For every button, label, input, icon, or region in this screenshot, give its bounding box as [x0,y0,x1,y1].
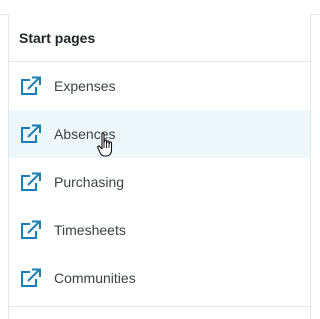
start-pages-list: Expenses Absences Purchasing Timesheets … [9,62,310,302]
start-page-label: Purchasing [54,174,125,190]
start-page-label: Timesheets [54,222,126,238]
external-link-icon [19,123,43,145]
panel-title: Start pages [19,29,96,46]
start-page-item-purchasing[interactable]: Purchasing [9,158,310,206]
top-strip [0,0,319,15]
external-link-icon [19,171,43,193]
start-page-label: Communities [54,270,136,286]
external-link-icon [19,75,43,97]
start-page-item-timesheets[interactable]: Timesheets [9,206,310,254]
bottom-divider [9,306,310,307]
start-page-item-communities[interactable]: Communities [9,254,310,302]
external-link-icon [19,267,43,289]
panel-header: Start pages [9,14,310,62]
start-page-label: Expenses [54,78,116,94]
start-page-item-expenses[interactable]: Expenses [9,62,310,110]
start-page-item-absences[interactable]: Absences [9,110,310,158]
start-page-label: Absences [54,126,116,142]
start-pages-panel: Start pages Expenses Absences Purchasing… [8,14,311,319]
external-link-icon [19,219,43,241]
app-frame: Start pages Expenses Absences Purchasing… [0,0,319,319]
